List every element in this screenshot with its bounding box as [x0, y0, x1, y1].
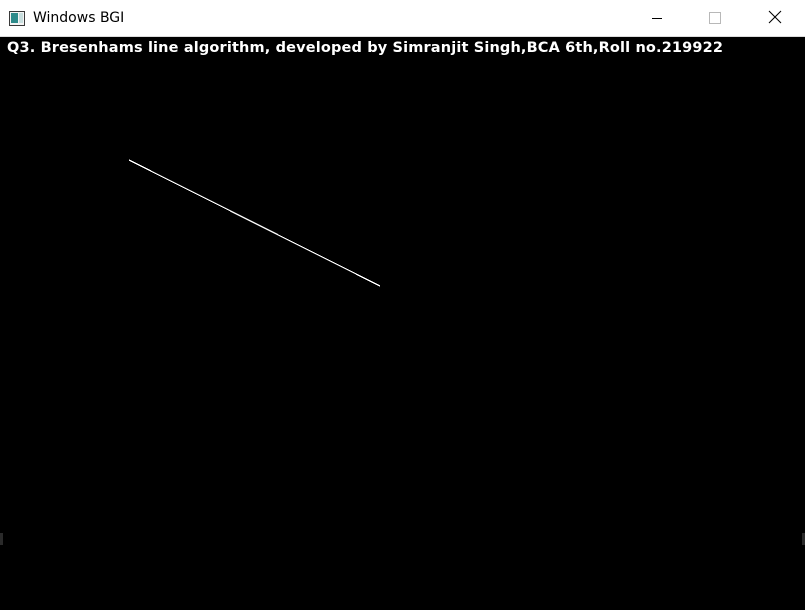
maximize-button[interactable] [686, 0, 744, 36]
minimize-icon [651, 9, 663, 28]
minimize-button[interactable] [628, 0, 686, 36]
window-title: Windows BGI [33, 10, 125, 26]
bresenham-line [128, 159, 381, 287]
left-edge-mark [0, 533, 3, 545]
drawing-surface [128, 159, 381, 287]
application-window-icon[interactable] [9, 11, 25, 26]
close-icon [768, 9, 782, 28]
maximize-icon [709, 9, 721, 28]
close-button[interactable] [744, 0, 805, 36]
title-bar[interactable]: Windows BGI [0, 0, 805, 37]
graphics-canvas[interactable]: Q3. Bresenhams line algorithm, developed… [0, 37, 805, 610]
bgi-window: Windows BGI Q3. Bresenhams line algorith… [0, 0, 805, 610]
